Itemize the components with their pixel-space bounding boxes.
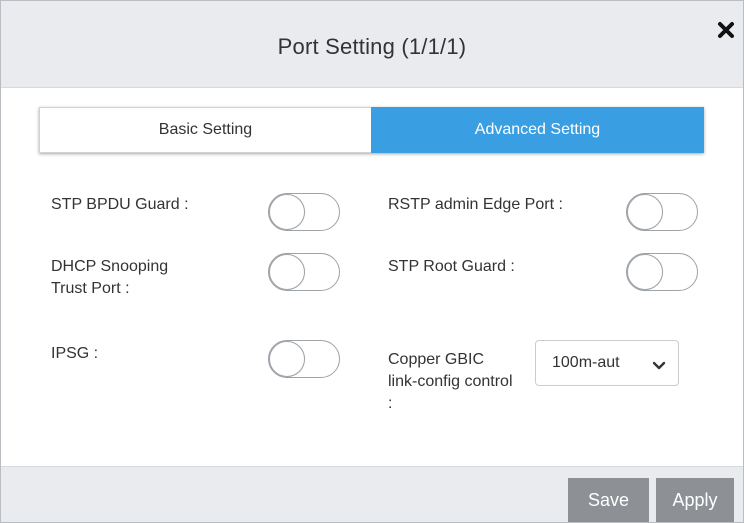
tab-advanced-setting[interactable]: Advanced Setting <box>371 107 704 153</box>
chevron-down-icon <box>652 358 666 370</box>
copper-gbic-link-config-select[interactable]: 100m-aut <box>535 340 679 386</box>
toggle-knob <box>627 194 663 230</box>
tab-basic-setting[interactable]: Basic Setting <box>39 107 371 153</box>
save-button[interactable]: Save <box>568 478 649 522</box>
copper-gbic-label-line3: : <box>388 395 393 412</box>
toggle-knob <box>269 254 305 290</box>
rstp-admin-edge-port-toggle[interactable] <box>626 193 698 231</box>
copper-gbic-label: Copper GBIC link-config control : <box>388 349 513 415</box>
dialog-header: Port Setting (1/1/1) <box>1 1 743 88</box>
stp-root-guard-toggle[interactable] <box>626 253 698 291</box>
copper-gbic-selected-value: 100m-aut <box>552 354 620 371</box>
rstp-admin-edge-port-label: RSTP admin Edge Port : <box>388 196 563 213</box>
apply-button[interactable]: Apply <box>656 478 734 522</box>
settings-tabs: Basic Setting Advanced Setting <box>39 107 704 153</box>
stp-bpdu-guard-toggle[interactable] <box>268 193 340 231</box>
dialog-title: Port Setting (1/1/1) <box>277 34 467 59</box>
dialog-footer: Save Apply <box>1 466 743 522</box>
stp-bpdu-guard-label: STP BPDU Guard : <box>51 196 189 213</box>
toggle-knob <box>269 194 305 230</box>
dhcp-snooping-label: DHCP Snooping Trust Port : <box>51 256 168 300</box>
stp-root-guard-label: STP Root Guard : <box>388 258 515 275</box>
toggle-knob <box>269 341 305 377</box>
copper-gbic-label-line2: link-config control <box>388 373 513 390</box>
dhcp-snooping-label-line2: Trust Port : <box>51 280 130 297</box>
dhcp-snooping-label-line1: DHCP Snooping <box>51 258 169 275</box>
ipsg-toggle[interactable] <box>268 340 340 378</box>
port-setting-dialog: Port Setting (1/1/1) Basic Setting Advan… <box>0 0 744 523</box>
ipsg-label: IPSG : <box>51 345 99 362</box>
copper-gbic-label-line1: Copper GBIC <box>388 351 485 368</box>
toggle-knob <box>627 254 663 290</box>
dhcp-snooping-trust-port-toggle[interactable] <box>268 253 340 291</box>
close-icon[interactable] <box>715 19 737 41</box>
